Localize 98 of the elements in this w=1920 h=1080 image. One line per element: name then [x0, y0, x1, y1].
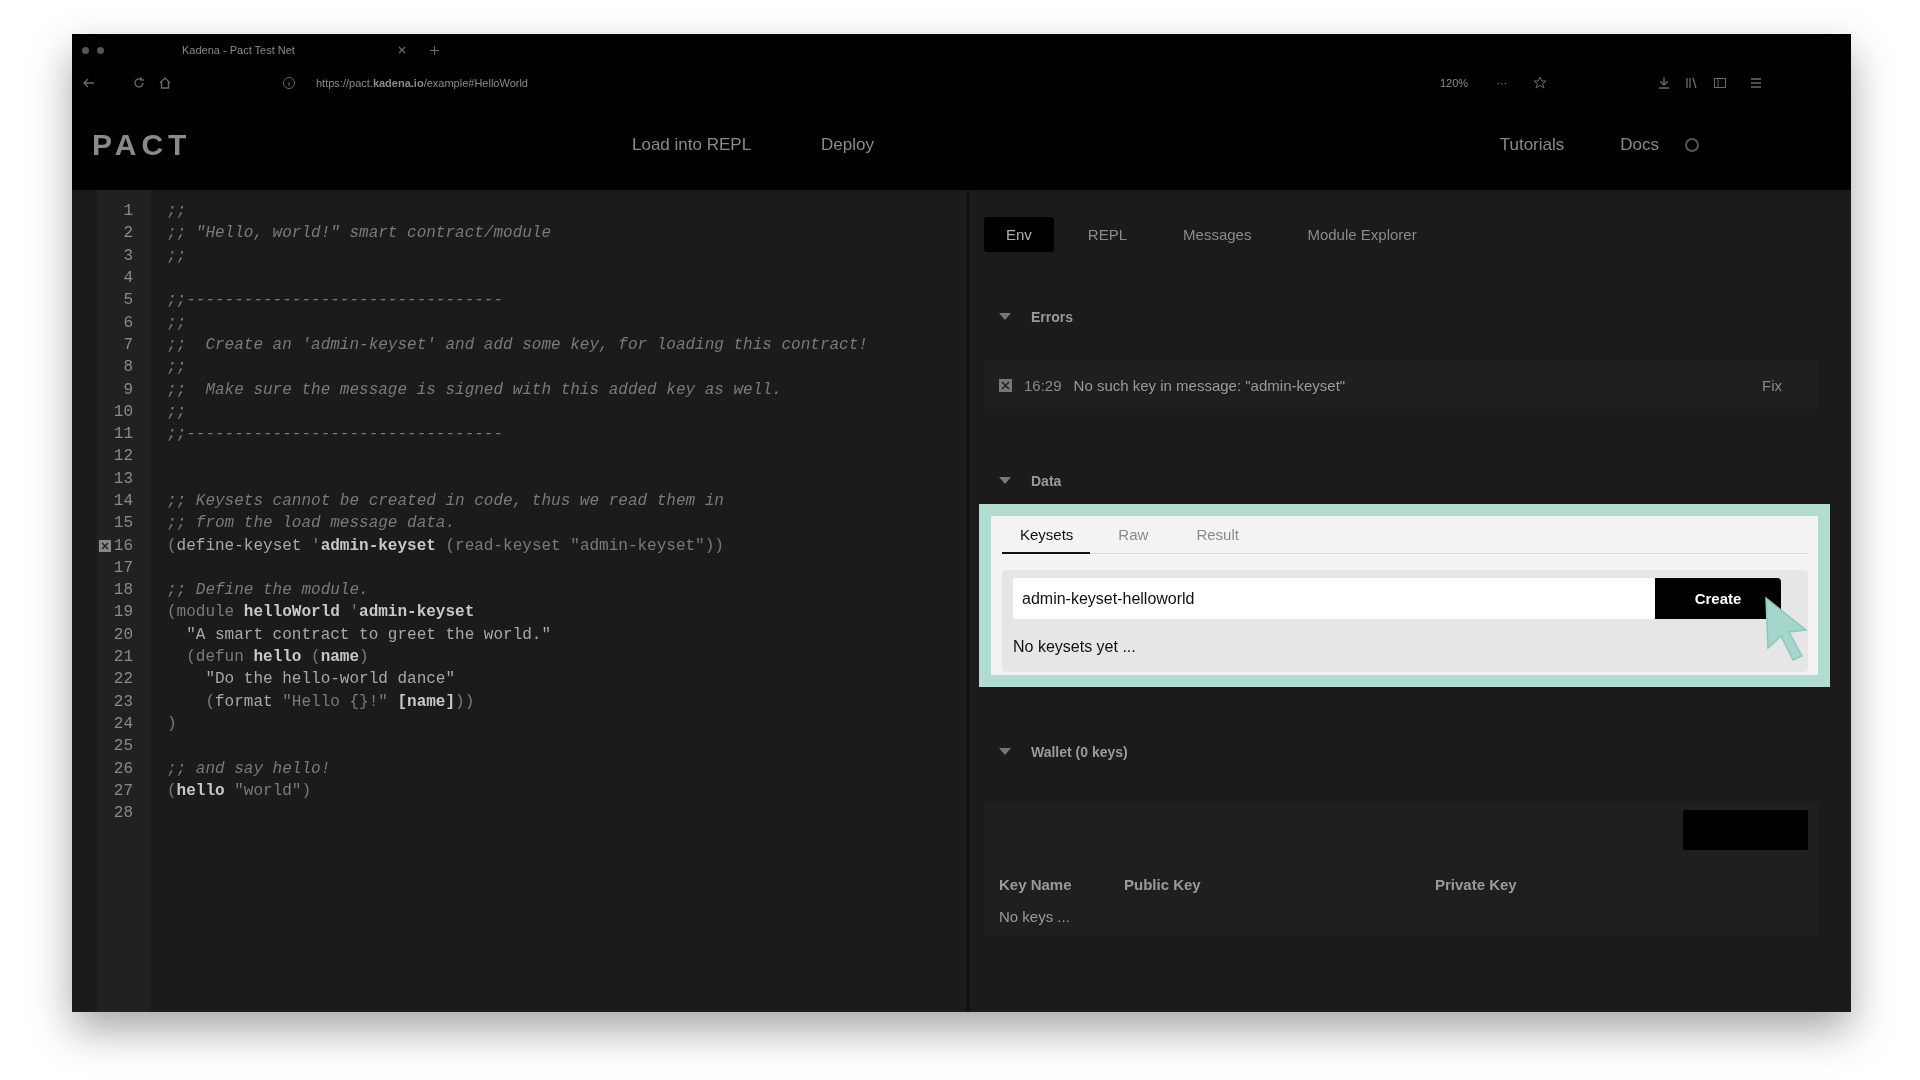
- code-line: (define-keyset 'admin-keyset (read-keyset "admin-keyset")): [166, 536, 724, 555]
- code-line: ;; Create an 'admin-keyset' and add some key, for loading this contract!: [166, 335, 868, 354]
- download-icon[interactable]: [1657, 76, 1672, 90]
- panel-tab[interactable]: Env: [984, 217, 1054, 252]
- back-arrow-icon[interactable]: [82, 76, 96, 90]
- code-line: ;;: [166, 402, 187, 421]
- reload-icon[interactable]: [132, 76, 146, 90]
- code-line: ;; Keysets cannot be created in code, thus we read them in: [166, 492, 724, 510]
- line-number: 4: [123, 269, 133, 288]
- error-marker-icon[interactable]: [99, 539, 111, 552]
- line-number: 20: [113, 625, 133, 644]
- line-number: 2: [123, 224, 133, 243]
- home-icon[interactable]: [158, 76, 172, 90]
- line-number: 14: [113, 492, 133, 510]
- zoom-level[interactable]: 120%: [1440, 77, 1469, 89]
- caret-icon[interactable]: [999, 748, 1011, 756]
- line-number: 15: [113, 514, 133, 533]
- panel-tab[interactable]: Messages: [1161, 217, 1274, 252]
- line-number: 21: [113, 648, 133, 667]
- section-title: Wallet (0 keys): [1031, 744, 1128, 760]
- section-title: Data: [1031, 473, 1062, 489]
- line-number: 18: [113, 581, 133, 600]
- line-number: 12: [113, 447, 133, 466]
- code-line: ;; Make sure the message is signed with this added key as well.: [166, 380, 782, 399]
- window-dot[interactable]: [97, 46, 104, 54]
- data-tab[interactable]: Raw: [1090, 516, 1179, 554]
- line-number: 13: [113, 469, 133, 488]
- panel-tab[interactable]: REPL: [1065, 217, 1150, 252]
- code-line: ;; and say hello!: [166, 759, 331, 778]
- line-number: 3: [123, 246, 133, 265]
- line-number: 19: [113, 603, 133, 622]
- line-number: 17: [113, 558, 133, 577]
- line-number: 27: [113, 781, 133, 800]
- line-number: 9: [123, 380, 133, 399]
- app-logo: PACT: [92, 128, 193, 162]
- code-line: "Do the hello-world dance": [204, 670, 456, 689]
- line-number: 26: [113, 759, 133, 778]
- code-line: ;; from the load message data.: [166, 514, 456, 533]
- empty-message: No keysets yet ...: [1013, 638, 1137, 656]
- info-icon[interactable]: [282, 76, 296, 90]
- library-icon[interactable]: [1685, 76, 1700, 90]
- nav-link[interactable]: Tutorials: [1499, 135, 1565, 155]
- error-time: 16:29: [1024, 376, 1062, 394]
- menu-icon[interactable]: [1749, 76, 1764, 90]
- code-line: (defun hello (name): [185, 648, 369, 667]
- caret-icon[interactable]: [999, 477, 1011, 485]
- browser-tab[interactable]: Kadena - Pact Test Net: [182, 44, 362, 56]
- line-number: 7: [123, 335, 133, 354]
- column-header: Private Key: [1435, 876, 1518, 893]
- code-line: (format "Hello {}!" [name])): [204, 692, 475, 711]
- nav-link[interactable]: Docs: [1620, 135, 1659, 155]
- more-button[interactable]: ···: [1496, 77, 1508, 89]
- code-line: ;;: [166, 246, 187, 265]
- line-number: 16: [113, 536, 133, 555]
- code-line: (hello "world"): [166, 781, 312, 800]
- sidebar-icon[interactable]: [1713, 76, 1728, 90]
- code-line: ): [166, 714, 177, 733]
- error-message: No such key in message: "admin-keyset": [1073, 376, 1347, 394]
- empty-message: No keys ...: [999, 908, 1071, 925]
- line-number: 28: [113, 804, 133, 823]
- error-icon: [999, 378, 1012, 392]
- line-number: 5: [123, 291, 133, 310]
- star-icon[interactable]: [1533, 76, 1548, 90]
- line-number: 23: [113, 692, 133, 711]
- code-line: ;;: [166, 358, 187, 377]
- window-dot[interactable]: [82, 46, 89, 54]
- code-line: ;;: [166, 202, 187, 221]
- code-line: (module helloWorld 'admin-keyset: [166, 603, 475, 622]
- line-number: 24: [113, 714, 133, 733]
- line-number: 6: [123, 313, 133, 332]
- cursor-arrow-icon: [1764, 596, 1808, 662]
- keyset-name-field[interactable]: admin-keyset-helloworld: [1013, 578, 1655, 619]
- line-number: 11: [113, 425, 133, 444]
- column-header: Key Name: [999, 876, 1073, 893]
- nav-link[interactable]: Load into REPL: [632, 135, 752, 155]
- column-header: Public Key: [1124, 876, 1202, 893]
- fix-button[interactable]: Fix: [1756, 375, 1788, 395]
- caret-icon[interactable]: [999, 313, 1011, 321]
- code-line: ;;---------------------------------: [166, 425, 504, 444]
- data-tab[interactable]: Keysets: [1002, 516, 1091, 554]
- line-number: 22: [113, 670, 133, 689]
- panel-tab[interactable]: Module Explorer: [1285, 217, 1439, 252]
- data-tab[interactable]: Result: [1178, 516, 1269, 554]
- line-number: 1: [123, 202, 133, 221]
- create-button[interactable]: Create: [1655, 578, 1781, 619]
- nav-link[interactable]: Deploy: [821, 135, 874, 155]
- code-line: ;; "Hello, world!" smart contract/module: [166, 224, 552, 243]
- code-line: ;; Define the module.: [166, 581, 369, 600]
- line-number: 8: [123, 358, 133, 377]
- code-line: ;;---------------------------------: [166, 291, 504, 310]
- line-number: 25: [113, 737, 133, 756]
- close-icon[interactable]: [398, 46, 406, 54]
- line-number: 10: [113, 402, 133, 421]
- plus-icon[interactable]: [430, 45, 439, 55]
- code-line: ;;: [166, 313, 187, 332]
- section-title: Errors: [1031, 309, 1074, 325]
- url-text[interactable]: https://pact.kadena.io/example#HelloWorld: [316, 77, 1416, 89]
- code-line: "A smart contract to greet the world.": [185, 625, 552, 644]
